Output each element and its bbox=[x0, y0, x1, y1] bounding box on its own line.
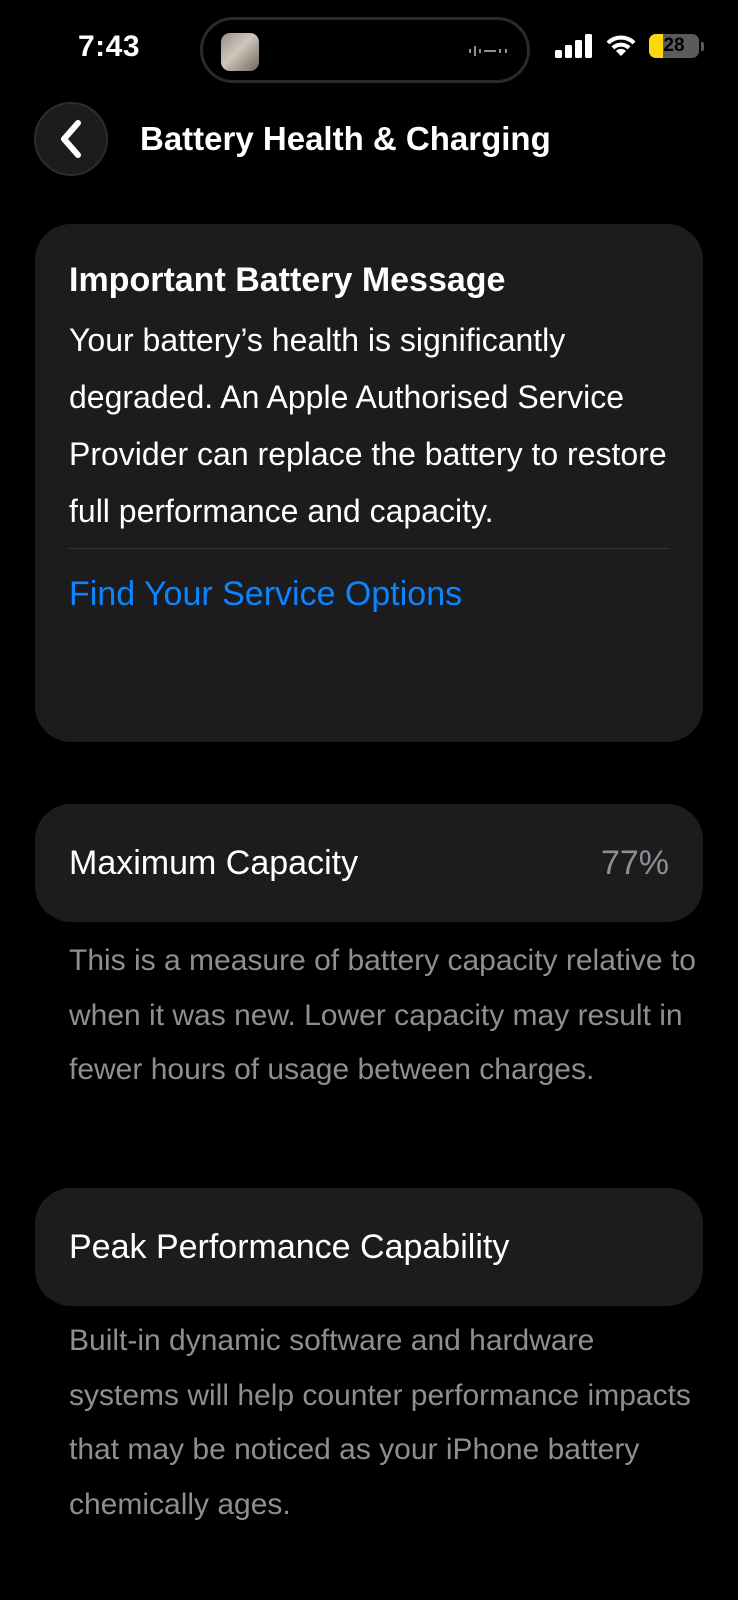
maximum-capacity-label: Maximum Capacity bbox=[69, 843, 359, 882]
message-body: Your battery’s health is significantly d… bbox=[69, 322, 667, 529]
chevron-left-icon bbox=[61, 120, 81, 158]
page-title: Battery Health & Charging bbox=[140, 120, 551, 157]
maximum-capacity-footnote: This is a measure of battery capacity re… bbox=[69, 944, 696, 1086]
battery-icon: 28 bbox=[649, 34, 699, 58]
maximum-capacity-row: Maximum Capacity 77% bbox=[35, 804, 703, 922]
battery-percentage: 28 bbox=[663, 35, 685, 56]
message-title: Important Battery Message bbox=[69, 261, 506, 299]
dynamic-island[interactable] bbox=[200, 17, 530, 83]
maximum-capacity-value: 77% bbox=[600, 843, 669, 882]
wifi-icon bbox=[606, 35, 636, 56]
status-icons: 28 bbox=[555, 34, 704, 58]
back-button[interactable] bbox=[34, 102, 108, 176]
important-battery-message-card: Important Battery Message Your battery’s… bbox=[35, 224, 703, 742]
peak-performance-label: Peak Performance Capability bbox=[69, 1227, 510, 1266]
cellular-signal-icon bbox=[555, 34, 592, 58]
find-service-options-link[interactable]: Find Your Service Options bbox=[69, 574, 669, 614]
status-time: 7:43 bbox=[78, 30, 141, 63]
peak-performance-footnote: Built-in dynamic software and hardware s… bbox=[69, 1324, 691, 1521]
now-playing-thumbnail bbox=[221, 33, 259, 71]
audio-waveform-icon bbox=[469, 46, 507, 56]
battery-terminal bbox=[701, 41, 704, 51]
divider bbox=[69, 548, 669, 549]
peak-performance-row: Peak Performance Capability bbox=[35, 1188, 703, 1306]
